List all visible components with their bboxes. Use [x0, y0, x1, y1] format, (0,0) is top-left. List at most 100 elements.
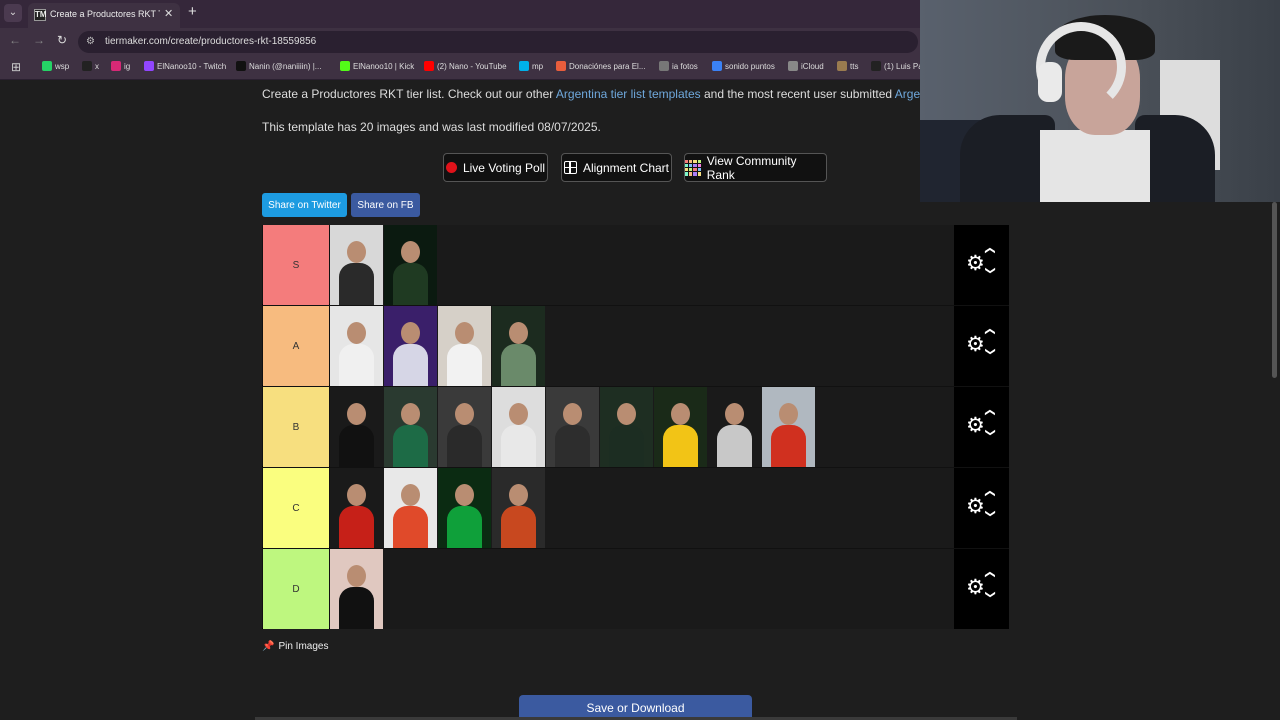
tier-row-c: C ⚙ ❯ ❯	[262, 468, 1009, 548]
tier-items[interactable]	[330, 387, 954, 467]
tier-image[interactable]	[330, 468, 383, 548]
tier-image[interactable]	[492, 387, 545, 467]
bookmark-1-luis-pa[interactable]: (1) Luis Pa	[871, 61, 923, 71]
forward-icon[interactable]: →	[33, 33, 45, 47]
tier-image[interactable]	[384, 225, 437, 305]
bookmark-label: ElNanoo10 | Kick	[353, 61, 415, 71]
tier-items[interactable]	[330, 225, 954, 305]
community-rank-button[interactable]: View Community Rank	[684, 153, 827, 182]
bookmark-mp[interactable]: mp	[519, 61, 543, 71]
pin-icon: 📌	[262, 641, 275, 652]
gear-icon[interactable]: ⚙	[966, 334, 985, 356]
chevron-up-icon[interactable]: ❯	[985, 570, 996, 578]
tier-image[interactable]	[438, 468, 491, 548]
chevron-down-icon[interactable]: ❯	[985, 347, 996, 355]
tier-list: S ⚙ ❯ ❯ A ⚙ ❯ ❯ B ⚙ ❯ ❯ C ⚙ ❯ ❯ D ⚙ ❯ ❯	[262, 225, 1009, 629]
tier-image[interactable]	[330, 306, 383, 386]
tier-items[interactable]	[330, 468, 954, 548]
tier-image[interactable]	[762, 387, 815, 467]
tier-label[interactable]: D	[263, 549, 329, 629]
new-tab-icon[interactable]: +	[188, 3, 197, 20]
active-tab[interactable]: TM Create a Productores RKT Tier List ✕	[28, 3, 180, 28]
alignment-chart-button[interactable]: Alignment Chart	[561, 153, 672, 182]
tier-image[interactable]	[438, 306, 491, 386]
webcam-overlay	[920, 0, 1280, 202]
intro-text: Create a Productores RKT tier list. Chec…	[262, 87, 962, 101]
tier-image[interactable]	[654, 387, 707, 467]
bookmark-sonido-puntos[interactable]: sonido puntos	[712, 61, 775, 71]
tiermaker-favicon-icon: TM	[34, 9, 47, 21]
gear-icon[interactable]: ⚙	[966, 253, 985, 275]
chevron-up-icon[interactable]: ❯	[985, 327, 996, 335]
bookmark-nanin-naniiiin[interactable]: Nanin (@naniiiin) |...	[236, 61, 321, 71]
chevron-up-icon[interactable]: ❯	[985, 408, 996, 416]
tier-image[interactable]	[708, 387, 761, 467]
bookmark-label: iCloud	[801, 61, 824, 71]
tier-label[interactable]: A	[263, 306, 329, 386]
tier-label[interactable]: B	[263, 387, 329, 467]
bookmark-2-nano-youtube[interactable]: (2) Nano - YouTube	[424, 61, 507, 71]
tier-image[interactable]	[384, 387, 437, 467]
x-icon	[82, 61, 92, 71]
page-icon	[659, 61, 669, 71]
tier-image[interactable]	[492, 468, 545, 548]
tier-items[interactable]	[330, 549, 954, 629]
chevron-up-icon[interactable]: ❯	[985, 246, 996, 254]
bookmark-elnanoo10-kick[interactable]: ElNanoo10 | Kick	[340, 61, 414, 71]
pin-images-toggle[interactable]: 📌 Pin Images	[262, 641, 328, 652]
tier-label[interactable]: C	[263, 468, 329, 548]
alignment-label: Alignment Chart	[582, 160, 670, 175]
gear-icon[interactable]: ⚙	[966, 496, 985, 518]
chevron-down-icon[interactable]: ❯	[985, 509, 996, 517]
back-icon[interactable]: ←	[9, 33, 21, 47]
chevron-up-icon[interactable]: ❯	[985, 489, 996, 497]
tier-controls: ⚙ ❯ ❯	[954, 468, 1009, 548]
share-fb-button[interactable]: Share on FB	[351, 193, 420, 217]
x-icon	[871, 61, 881, 71]
bookmark-label: ia fotos	[672, 61, 698, 71]
live-voting-poll-button[interactable]: Live Voting Poll	[443, 153, 548, 182]
tier-image[interactable]	[438, 387, 491, 467]
tier-image[interactable]	[492, 306, 545, 386]
bookmark-label: tts	[850, 61, 859, 71]
argentina-templates-link[interactable]: Argentina tier list templates	[556, 87, 701, 101]
chevron-down-icon[interactable]: ❯	[985, 266, 996, 274]
bookmark-icloud[interactable]: iCloud	[788, 61, 824, 71]
pin-images-label: Pin Images	[278, 641, 329, 652]
tier-image[interactable]	[546, 387, 599, 467]
tier-image[interactable]	[384, 306, 437, 386]
tier-row-d: D ⚙ ❯ ❯	[262, 549, 1009, 629]
tier-image[interactable]	[330, 549, 383, 629]
chevron-down-icon[interactable]: ❯	[985, 428, 996, 436]
bookmark-label: sonido puntos	[725, 61, 775, 71]
apps-grid-icon[interactable]: ⊞	[11, 60, 21, 74]
tab-close-icon[interactable]: ✕	[164, 7, 173, 20]
tier-image[interactable]	[330, 225, 383, 305]
tier-image[interactable]	[384, 468, 437, 548]
bookmark-ig[interactable]: ig	[111, 61, 130, 71]
bookmark-ia-fotos[interactable]: ia fotos	[659, 61, 698, 71]
bookmark-label: (2) Nano - YouTube	[437, 61, 507, 71]
gear-icon[interactable]: ⚙	[966, 415, 985, 437]
bookmark-label: Donaciónes para El...	[569, 61, 646, 71]
bookmark-elnanoo10-twitch[interactable]: ElNanoo10 - Twitch	[144, 61, 226, 71]
vertical-scrollbar[interactable]	[1272, 202, 1277, 378]
tab-search-icon[interactable]: ⌄	[4, 4, 22, 22]
tier-image[interactable]	[330, 387, 383, 467]
bookmark-tts[interactable]: tts	[837, 61, 858, 71]
youtube-icon	[424, 61, 434, 71]
tier-image[interactable]	[600, 387, 653, 467]
address-bar[interactable]: ⚙ tiermaker.com/create/productores-rkt-1…	[78, 31, 918, 53]
tier-label[interactable]: S	[263, 225, 329, 305]
chevron-down-icon[interactable]: ❯	[985, 590, 996, 598]
tier-items[interactable]	[330, 306, 954, 386]
bookmark-donaci-nes-para-el[interactable]: Donaciónes para El...	[556, 61, 646, 71]
color-grid-icon	[685, 159, 701, 176]
bookmark-x[interactable]: x	[82, 61, 99, 71]
reload-icon[interactable]: ↻	[57, 33, 67, 47]
share-twitter-button[interactable]: Share on Twitter	[262, 193, 347, 217]
gear-icon[interactable]: ⚙	[966, 577, 985, 599]
bookmark-wsp[interactable]: wsp	[42, 61, 69, 71]
intro-middle: and the most recent user submitted	[700, 87, 895, 101]
site-info-icon[interactable]: ⚙	[86, 36, 95, 47]
